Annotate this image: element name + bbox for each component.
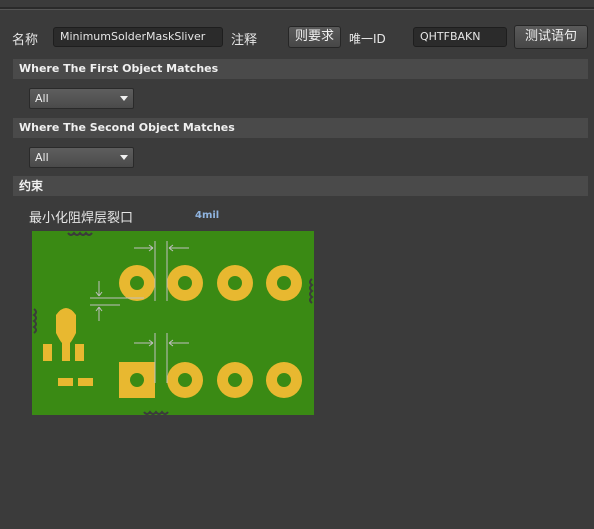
- name-field[interactable]: MinimumSolderMaskSliver: [53, 27, 223, 47]
- pad-hole: [130, 373, 144, 387]
- pad-hole: [130, 276, 144, 290]
- unique-id-field[interactable]: QHTFBAKN: [413, 27, 507, 47]
- chevron-down-icon: [120, 155, 128, 160]
- solder-mask-sliver-diagram: [32, 231, 314, 415]
- unique-id-label: 唯一ID: [349, 32, 386, 46]
- smd-pad: [43, 344, 52, 361]
- second-object-select[interactable]: All: [29, 147, 134, 168]
- pad-hole: [228, 373, 242, 387]
- min-sliver-value[interactable]: 4mil: [195, 210, 219, 221]
- min-sliver-label: 最小化阻焊层裂口: [29, 211, 134, 226]
- pad-hole: [178, 276, 192, 290]
- smd-pad: [75, 344, 84, 361]
- constraints-header: 约束: [13, 176, 588, 196]
- pad-hole: [277, 373, 291, 387]
- top-separator: [0, 7, 594, 10]
- second-object-select-value: All: [35, 151, 49, 164]
- smd-pad: [58, 378, 73, 386]
- name-label: 名称: [12, 33, 39, 48]
- first-object-header: Where The First Object Matches: [13, 59, 588, 79]
- chevron-down-icon: [120, 96, 128, 101]
- first-object-select-value: All: [35, 92, 49, 105]
- second-object-header: Where The Second Object Matches: [13, 118, 588, 138]
- pad-hole: [277, 276, 291, 290]
- comment-label: 注释: [231, 33, 258, 48]
- test-statement-button[interactable]: 测试语句: [514, 25, 588, 49]
- rule-button[interactable]: 则要求: [288, 26, 341, 48]
- pad-hole: [228, 276, 242, 290]
- first-object-select[interactable]: All: [29, 88, 134, 109]
- pad-hole: [178, 373, 192, 387]
- smd-pad: [78, 378, 93, 386]
